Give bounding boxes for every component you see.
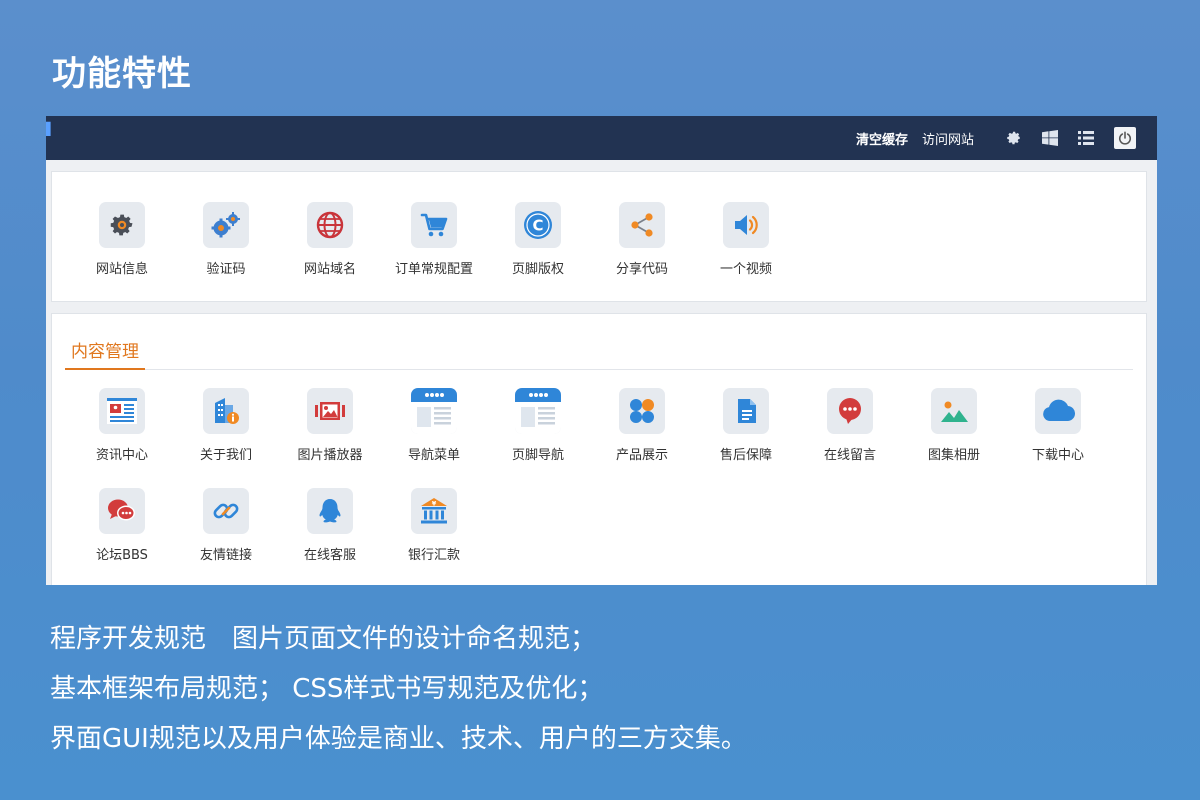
settings-item-order-config[interactable]: 订单常规配置 [382,202,486,302]
description-line: 界面GUI规范以及用户体验是商业、技术、用户的三方交集。 [50,724,747,754]
content-item-product-display[interactable]: 产品展示 [590,388,694,488]
description-line: 基本框架布局规范； CSS样式书写规范及优化； [50,674,604,704]
item-label: 页脚版权 [511,262,564,277]
item-label: 网站信息 [95,262,148,277]
settings-item-share-code[interactable]: 分享代码 [590,202,694,302]
share-icon [619,202,665,248]
content-item-about-us[interactable]: 关于我们 [174,388,278,488]
chat-bubbles-icon [99,488,145,534]
description-text: 程序开发规范 图片页面文件的设计命名规范； 基本框架布局规范； CSS样式书写规… [50,614,747,764]
settings-item-captcha[interactable]: 验证码 [174,202,278,302]
gears-icon [203,202,249,248]
gear-icon [99,202,145,248]
item-label: 资讯中心 [95,448,148,463]
settings-item-video[interactable]: 一个视频 [694,202,798,302]
content-item-picture-player[interactable]: 图片播放器 [278,388,382,488]
admin-screenshot: ▌ 清空缓存 访问网站 网站信息 验证码 网站域名 订单常规配置 C 页脚版权 … [46,116,1157,585]
message-bubble-icon [827,388,873,434]
item-label: 图片播放器 [297,448,363,463]
tab-bar: 内容管理 [65,336,1133,370]
settings-panel: 网站信息 验证码 网站域名 订单常规配置 C 页脚版权 分享代码 一个视频 [51,171,1147,302]
cloud-icon [1035,388,1081,434]
picture-player-icon [307,388,353,434]
settings-item-domain[interactable]: 网站域名 [278,202,382,302]
svg-text:C: C [532,217,543,235]
content-item-after-sales[interactable]: 售后保障 [694,388,798,488]
visit-site-link[interactable]: 访问网站 [922,129,974,148]
content-item-friend-links[interactable]: 友情链接 [174,488,278,585]
item-label: 友情链接 [199,548,252,563]
item-label: 银行汇款 [407,548,460,563]
content-item-online-service[interactable]: 在线客服 [278,488,382,585]
power-icon[interactable] [1114,127,1136,149]
album-icon [931,388,977,434]
footer-nav-icon [515,388,561,434]
news-icon [99,388,145,434]
item-label: 关于我们 [199,448,252,463]
item-label: 在线客服 [303,548,356,563]
item-label: 导航菜单 [407,448,460,463]
speaker-icon [723,202,769,248]
bank-icon: ¥ [411,488,457,534]
content-panel: 内容管理 资讯中心 关于我们 图片播放器 导航菜单 页脚导航 产品展示 售后保障… [51,313,1147,585]
logo-fragment: ▌ [46,122,56,136]
item-label: 订单常规配置 [394,262,473,277]
clear-cache-link[interactable]: 清空缓存 [856,129,908,148]
item-label: 论坛BBS [96,548,148,563]
windows-icon[interactable] [1040,128,1060,148]
gear-icon[interactable] [1004,128,1024,148]
slide-title: 功能特性 [52,54,192,94]
item-label: 图集相册 [927,448,980,463]
building-info-icon [203,388,249,434]
qq-penguin-icon [307,488,353,534]
topbar-actions: 清空缓存 访问网站 [856,116,1157,160]
content-item-online-message[interactable]: 在线留言 [798,388,902,488]
item-label: 分享代码 [615,262,668,277]
content-item-navigation-menu[interactable]: 导航菜单 [382,388,486,488]
product-grid-icon [619,388,665,434]
item-label: 产品展示 [615,448,668,463]
admin-topbar: ▌ 清空缓存 访问网站 [46,116,1157,160]
content-item-bank-transfer[interactable]: ¥ 银行汇款 [382,488,486,585]
item-label: 页脚导航 [511,448,564,463]
settings-grid: 网站信息 验证码 网站域名 订单常规配置 C 页脚版权 分享代码 一个视频 [70,202,1146,302]
cart-icon [411,202,457,248]
link-icon [203,488,249,534]
item-label: 下载中心 [1031,448,1084,463]
content-item-download-center[interactable]: 下载中心 [1006,388,1110,488]
item-label: 网站域名 [303,262,356,277]
item-label: 一个视频 [719,262,772,277]
globe-icon [307,202,353,248]
settings-item-footer-copyright[interactable]: C 页脚版权 [486,202,590,302]
tab-content-management[interactable]: 内容管理 [65,337,145,370]
item-label: 在线留言 [823,448,876,463]
item-label: 验证码 [206,262,246,277]
item-label: 售后保障 [719,448,772,463]
navigation-menu-icon [411,388,457,434]
content-grid: 资讯中心 关于我们 图片播放器 导航菜单 页脚导航 产品展示 售后保障 在线留言… [70,388,1146,585]
settings-item-site-info[interactable]: 网站信息 [70,202,174,302]
document-icon [723,388,769,434]
list-icon[interactable] [1076,128,1096,148]
content-item-news-center[interactable]: 资讯中心 [70,388,174,488]
content-item-forum-bbs[interactable]: 论坛BBS [70,488,174,585]
content-item-footer-navigation[interactable]: 页脚导航 [486,388,590,488]
svg-text:¥: ¥ [432,500,437,508]
content-item-photo-album[interactable]: 图集相册 [902,388,1006,488]
copyright-icon: C [515,202,561,248]
description-line: 程序开发规范 图片页面文件的设计命名规范； [50,624,597,654]
